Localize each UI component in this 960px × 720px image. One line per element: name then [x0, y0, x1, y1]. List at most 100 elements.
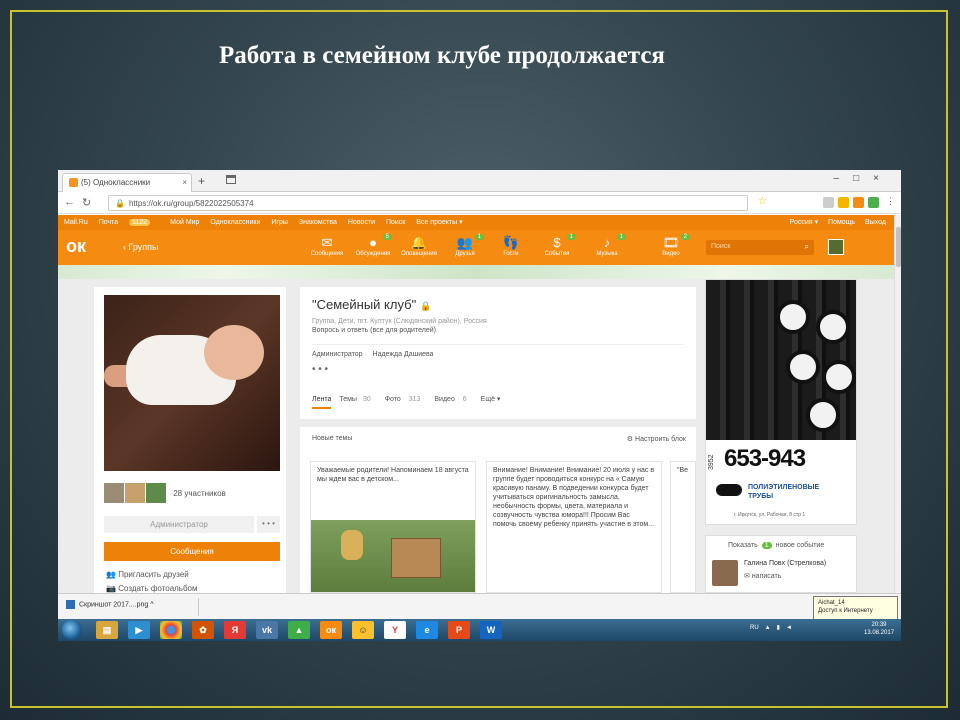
- language-indicator[interactable]: RU: [750, 625, 759, 631]
- tab-feed[interactable]: Лента: [312, 396, 332, 409]
- yandex-browser-icon[interactable]: Y: [384, 621, 406, 639]
- invite-friends-link[interactable]: 👥 Пригласить друзей: [106, 570, 189, 579]
- group-title: "Семейный клуб" 🔒: [312, 297, 684, 312]
- download-item[interactable]: Скриншот 2017....png ^: [66, 600, 154, 609]
- start-button-icon[interactable]: [62, 620, 82, 640]
- nav-friends[interactable]: 👥 1 Друзья: [442, 234, 488, 257]
- members-row[interactable]: 28 участников: [104, 483, 280, 503]
- menu-item-search[interactable]: Поиск: [386, 219, 405, 226]
- topic-card[interactable]: "Ве: [670, 461, 696, 593]
- reload-icon[interactable]: ↻: [82, 196, 91, 209]
- search-icon[interactable]: ⌕: [805, 242, 809, 252]
- topic-card[interactable]: Внимание! Внимание! Внимание! 20 июля у …: [486, 461, 662, 593]
- friend-avatar[interactable]: [712, 560, 738, 586]
- url-input[interactable]: 🔒 https://ok.ru/group/5822022505374: [108, 195, 748, 211]
- help-link[interactable]: Помощь: [828, 219, 855, 226]
- group-photo[interactable]: [104, 295, 280, 471]
- extension-icon[interactable]: [823, 197, 834, 208]
- back-arrow-icon[interactable]: ←: [64, 196, 75, 208]
- menu-item-my-world[interactable]: Мой Мир: [170, 219, 199, 226]
- group-tabs: Лента Темы 30 Фото 313 Видео 6 Ещё ▾: [312, 395, 506, 409]
- vk-icon[interactable]: vk: [256, 621, 278, 639]
- mail-agent-icon[interactable]: ☺: [352, 621, 374, 639]
- extension-icon[interactable]: [838, 197, 849, 208]
- tray-arrow-icon[interactable]: ▲: [765, 625, 771, 631]
- pipe-shape: [816, 310, 850, 344]
- taskbar-clock[interactable]: 20:39 13.08.2017: [864, 621, 894, 637]
- tab-photo[interactable]: Фото 313: [385, 396, 427, 403]
- film-reel-icon[interactable]: ✿: [192, 621, 214, 639]
- volume-icon[interactable]: ◄: [786, 625, 792, 631]
- user-avatar[interactable]: [828, 239, 844, 255]
- more-button[interactable]: • • •: [257, 516, 280, 533]
- bookmark-star-icon[interactable]: ☆: [758, 196, 767, 207]
- menu-item-all-projects[interactable]: Все проекты ▾: [416, 219, 462, 226]
- nav-video[interactable]: 🎞 2 Видео: [648, 234, 694, 257]
- chrome-icon[interactable]: [160, 621, 182, 639]
- member-thumb: [104, 483, 124, 503]
- logout-link[interactable]: Выход: [865, 219, 886, 226]
- nav-discussions[interactable]: ● 5 Обсуждения: [350, 234, 396, 257]
- nav-label: Видео: [662, 251, 680, 257]
- topic-text: "Ве: [677, 467, 689, 474]
- admin-name-link[interactable]: Надежда Дашиева: [373, 351, 434, 358]
- search-input[interactable]: Поиск ⌕: [706, 240, 814, 255]
- tab-close-icon[interactable]: ×: [182, 178, 187, 187]
- administrator-button[interactable]: Администратор: [104, 516, 254, 533]
- group-more-icon[interactable]: • • •: [312, 364, 684, 375]
- nav-music[interactable]: ♪ 1 Музыка: [584, 234, 630, 257]
- ok-extension-icon[interactable]: [853, 197, 864, 208]
- envelope-icon: ✉: [321, 235, 333, 250]
- tab-topics[interactable]: Темы 30: [339, 396, 376, 403]
- word-icon[interactable]: W: [480, 621, 502, 639]
- advertisement[interactable]: 3952 653-943 ПОЛИЭТИЛЕНОВЫЕ ТРУБЫ г. Ирку…: [705, 279, 857, 525]
- topic-image: [311, 520, 475, 592]
- menu-item-mail[interactable]: Почта 1122: [99, 219, 160, 226]
- tab-menu-icon[interactable]: [226, 175, 236, 184]
- address-bar: ← ↻ 🔒 https://ok.ru/group/5822022505374 ☆…: [58, 192, 901, 214]
- pipe-shape: [776, 300, 810, 334]
- region-select[interactable]: Россия ▾: [790, 219, 818, 226]
- groups-back-link[interactable]: ‹ Группы: [123, 242, 159, 252]
- menu-item-odnoklassniki[interactable]: Одноклассники: [210, 219, 260, 226]
- tab-more[interactable]: Ещё ▾: [481, 396, 501, 403]
- browser-menu-icon[interactable]: ⋮: [886, 196, 895, 207]
- menu-item-games[interactable]: Игры: [271, 219, 288, 226]
- network-icon[interactable]: ▮: [777, 625, 780, 631]
- agent-icon[interactable]: ▲: [288, 621, 310, 639]
- browser-tab[interactable]: (5) Одноклассники ×: [62, 173, 192, 192]
- download-menu-icon[interactable]: ^: [150, 601, 153, 608]
- explorer-icon[interactable]: ▤: [96, 621, 118, 639]
- create-album-link[interactable]: 📷 Создать фотоальбом: [106, 584, 198, 593]
- yandex-icon[interactable]: Я: [224, 621, 246, 639]
- groups-label: Группы: [128, 242, 159, 252]
- members-count[interactable]: 28 участников: [173, 489, 226, 498]
- menu-item-dating[interactable]: Знакомства: [299, 219, 337, 226]
- nav-notifications[interactable]: 🔔 Оповещения: [396, 235, 442, 257]
- write-link[interactable]: ✉ написать: [744, 572, 781, 580]
- window-controls[interactable]: –□×: [834, 173, 893, 184]
- media-player-icon[interactable]: ▶: [128, 621, 150, 639]
- ok-taskbar-icon[interactable]: ок: [320, 621, 342, 639]
- nav-events[interactable]: $1 События: [534, 234, 580, 257]
- internet-explorer-icon[interactable]: e: [416, 621, 438, 639]
- configure-block-link[interactable]: ⚙ Настроить блок: [627, 435, 686, 443]
- menu-item-news[interactable]: Новости: [348, 219, 375, 226]
- nav-messages[interactable]: ✉ Сообщения: [304, 235, 350, 257]
- page-scrollbar[interactable]: [894, 215, 901, 593]
- extension-icon[interactable]: [868, 197, 879, 208]
- menu-item-mailru[interactable]: Mail.Ru: [64, 219, 88, 226]
- powerpoint-icon[interactable]: P: [448, 621, 470, 639]
- tab-label: Темы: [339, 396, 357, 403]
- friend-name[interactable]: Галина Повх (Стрелкова): [744, 560, 826, 567]
- tab-title: (5) Одноклассники: [81, 178, 151, 187]
- show-events-link[interactable]: Показать 1 новое событие: [728, 542, 824, 549]
- ok-logo-icon[interactable]: ок: [66, 236, 86, 260]
- new-tab-icon[interactable]: +: [198, 174, 205, 188]
- messages-button[interactable]: Сообщения: [104, 542, 280, 561]
- scrollbar-thumb[interactable]: [896, 227, 901, 267]
- nav-guests[interactable]: 👣 Гости: [488, 235, 534, 257]
- topic-card[interactable]: Уважаемые родители! Напоминаем 18 август…: [310, 461, 476, 593]
- slide-title: Работа в семейном клубе продолжается: [219, 42, 665, 69]
- tab-video[interactable]: Видео 6: [434, 396, 472, 403]
